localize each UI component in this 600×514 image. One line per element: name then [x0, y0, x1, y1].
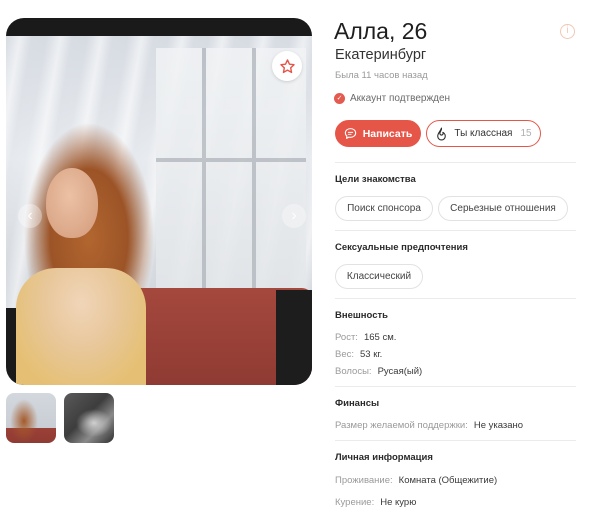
compliment-label: Ты классная	[454, 128, 513, 139]
compliment-count: 15	[520, 128, 532, 139]
verified-badge: ✓ Аккаунт подтвержден	[334, 93, 450, 104]
personal-row-housing: Проживание: Комната (Общежитие)	[335, 475, 497, 486]
photo-thumbnail-1[interactable]	[6, 393, 56, 443]
next-photo-button[interactable]: ›	[282, 204, 306, 228]
section-title-personal: Личная информация	[335, 452, 433, 463]
check-circle-icon: ✓	[334, 93, 345, 104]
main-photo[interactable]: ‹ ›	[6, 18, 312, 385]
flame-icon	[437, 127, 447, 140]
row-value: Не курю	[380, 497, 417, 508]
compliment-button[interactable]: Ты классная 15	[426, 120, 541, 147]
section-title-appearance: Внешность	[335, 310, 388, 321]
photo-person-body	[16, 268, 146, 385]
divider	[335, 440, 576, 441]
section-title-goals: Цели знакомства	[335, 174, 416, 185]
finances-row-support: Размер желаемой поддержки: Не указано	[335, 420, 523, 431]
row-label: Курение:	[335, 497, 375, 508]
row-value: Не указано	[473, 420, 524, 431]
row-value: Комната (Общежитие)	[398, 475, 498, 486]
chip-goal-1: Поиск спонсора	[335, 196, 433, 221]
row-value: 53 кг.	[360, 349, 383, 360]
section-title-preferences: Сексуальные предпочтения	[335, 242, 468, 253]
photo-sofa-shadow	[276, 290, 312, 385]
write-message-button[interactable]: Написать	[335, 120, 421, 147]
verified-label: Аккаунт подтвержден	[350, 93, 451, 104]
divider	[335, 162, 576, 163]
appearance-row-height: Рост: 165 см.	[335, 332, 396, 343]
last-seen-status: Была 11 часов назад	[335, 70, 428, 81]
chat-bubble-icon	[344, 128, 356, 139]
prev-photo-button[interactable]: ‹	[18, 204, 42, 228]
row-value: 165 см.	[363, 332, 397, 343]
section-title-finances: Финансы	[335, 398, 380, 409]
photo-person-face	[46, 168, 98, 238]
chip-preference-1: Классический	[335, 264, 423, 289]
profile-city: Екатеринбург	[335, 47, 427, 63]
divider	[335, 230, 576, 231]
personal-row-smoking: Курение: Не курю	[335, 497, 416, 508]
appearance-row-hair: Волосы: Русая(ый)	[335, 366, 422, 377]
row-label: Вес:	[335, 349, 355, 360]
appearance-row-weight: Вес: 53 кг.	[335, 349, 382, 360]
row-label: Рост:	[335, 332, 358, 343]
info-icon[interactable]: i	[560, 24, 575, 39]
photo-window-bg	[156, 48, 306, 288]
write-message-label: Написать	[362, 127, 413, 140]
star-icon	[279, 58, 295, 73]
favorite-button[interactable]	[272, 51, 302, 81]
row-label: Размер желаемой поддержки:	[335, 420, 468, 431]
profile-name-age: Алла, 26	[334, 18, 428, 44]
divider	[335, 298, 576, 299]
photo-thumbnail-2[interactable]	[64, 393, 114, 443]
chip-goal-2: Серьезные отношения	[438, 196, 568, 221]
row-label: Проживание:	[335, 475, 393, 486]
divider	[335, 386, 576, 387]
row-label: Волосы:	[335, 366, 372, 377]
row-value: Русая(ый)	[377, 366, 423, 377]
